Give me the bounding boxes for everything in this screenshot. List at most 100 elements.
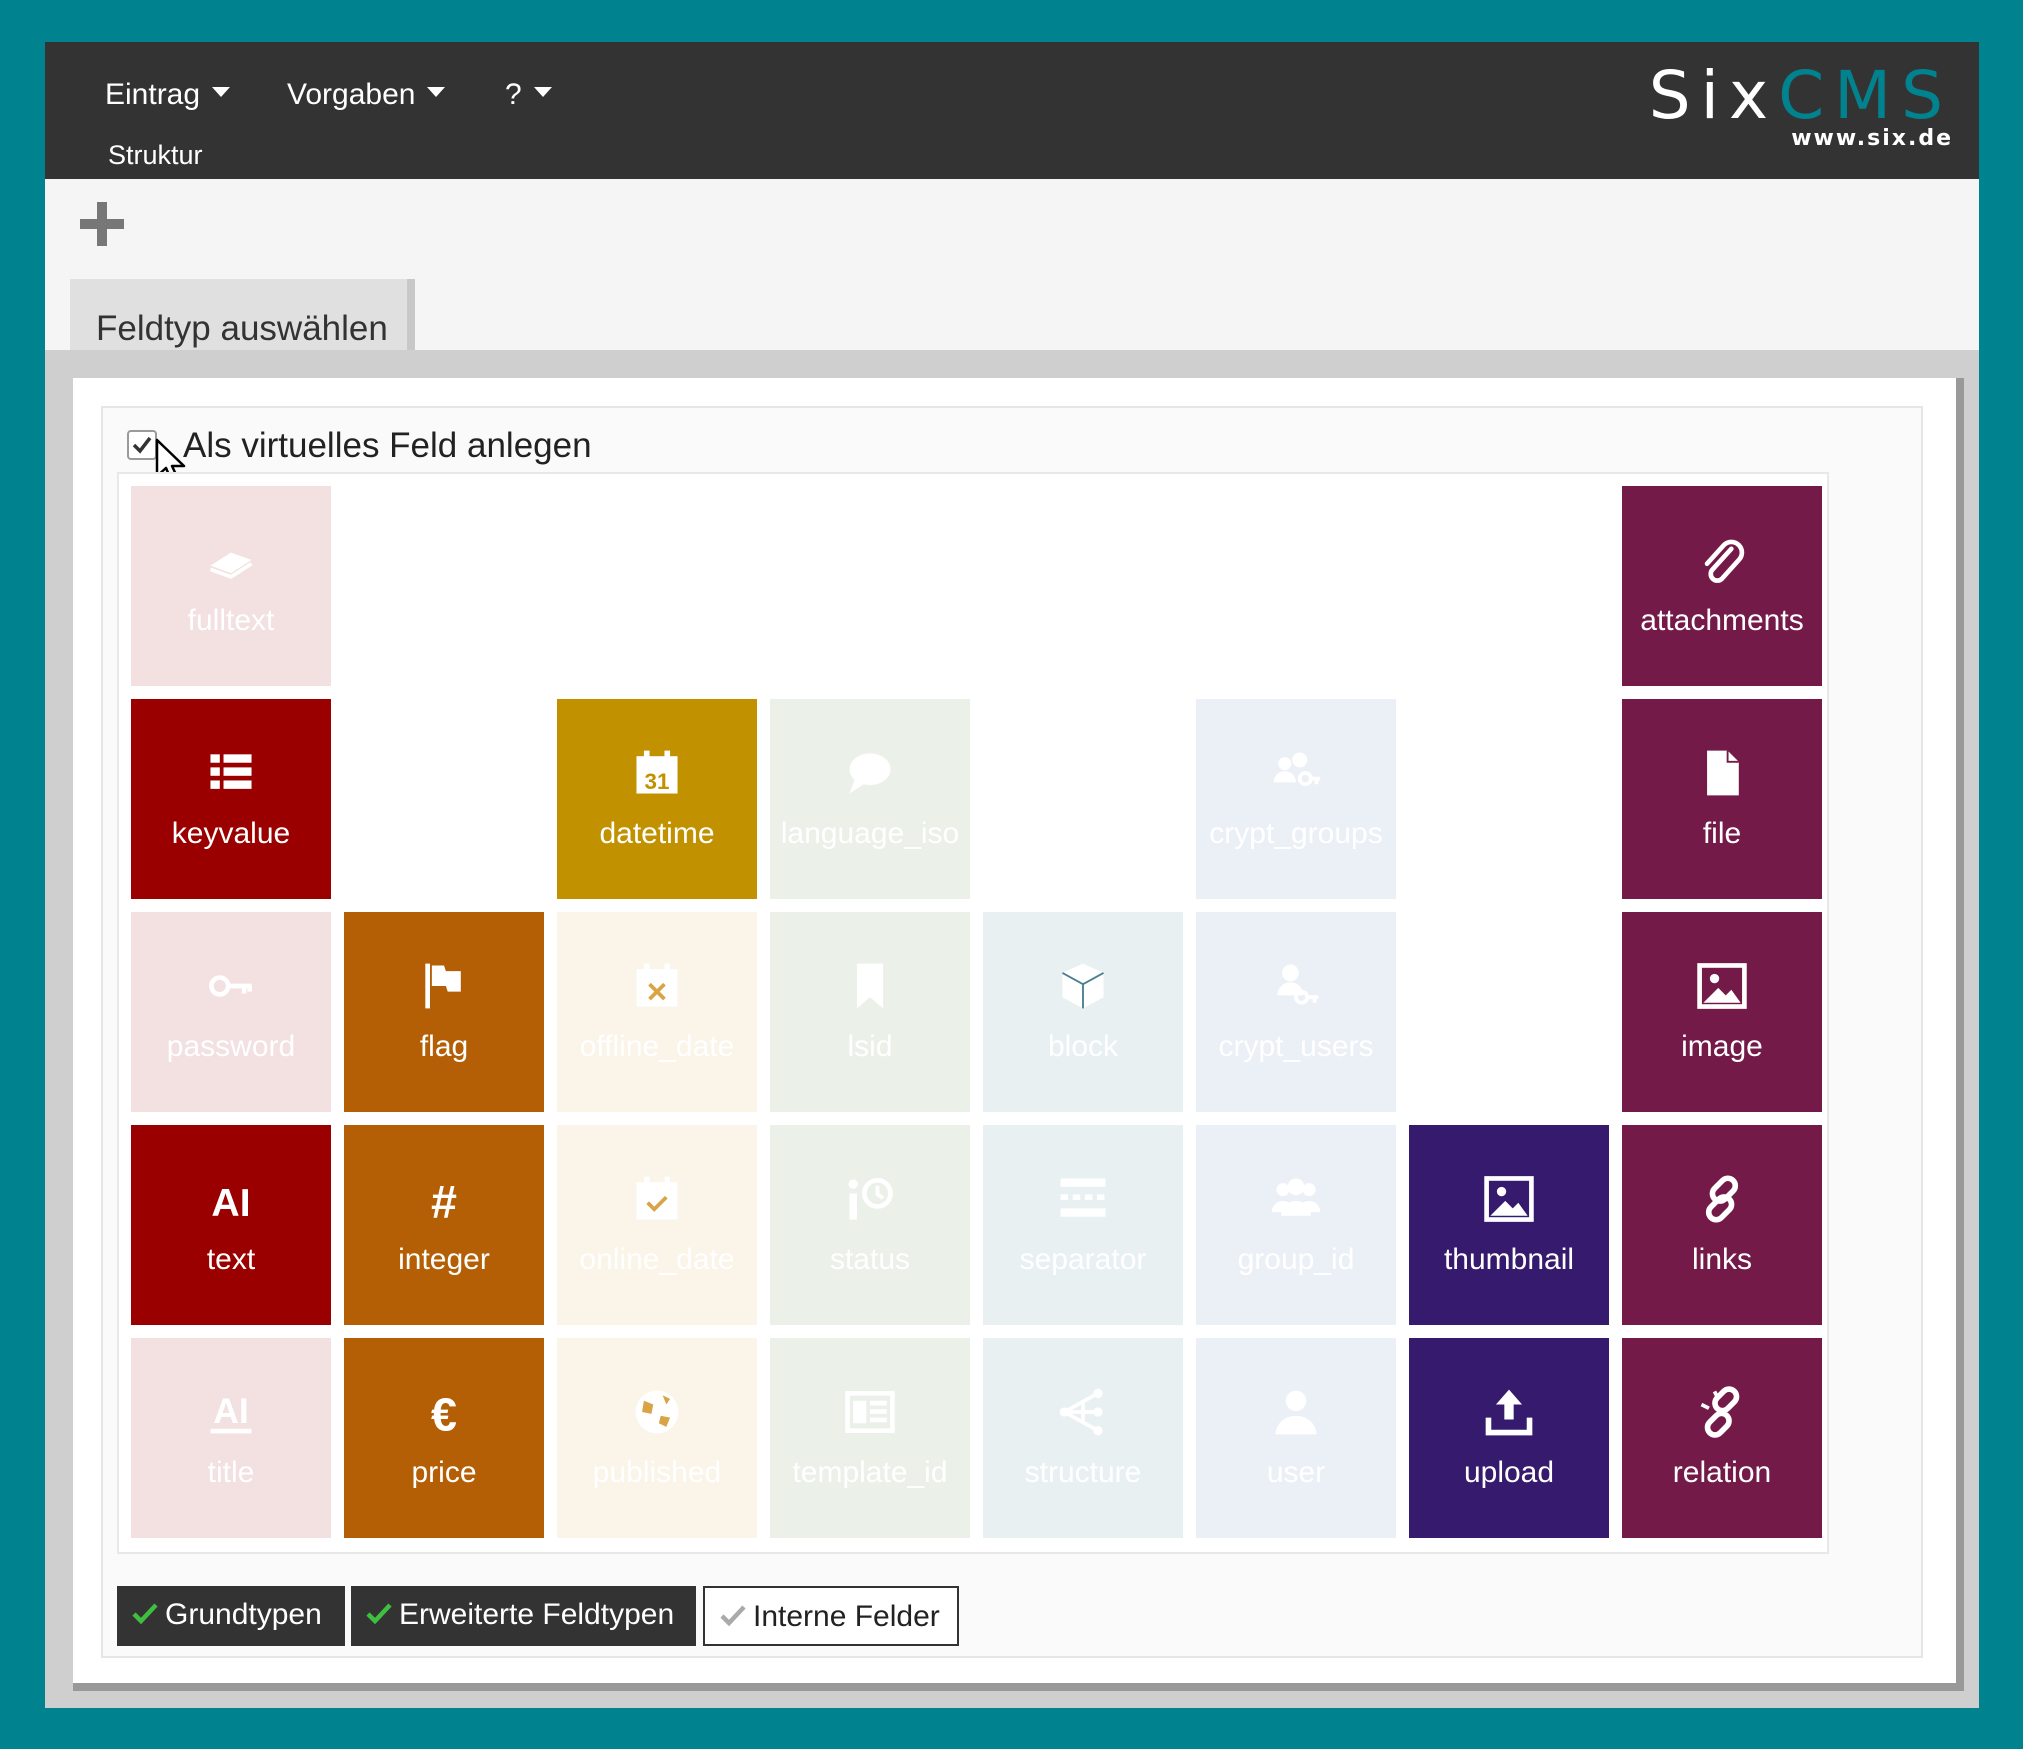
field-type-attachments[interactable]: attachments — [1622, 486, 1822, 686]
unlink-icon — [1622, 1384, 1822, 1444]
field-type-lsid[interactable]: lsid — [770, 912, 970, 1112]
cube-icon — [983, 958, 1183, 1018]
paperclip-icon — [1622, 532, 1822, 592]
field-type-password[interactable]: password — [131, 912, 331, 1112]
field-type-label: flag — [419, 1030, 469, 1063]
field-type-label: online_date — [579, 1243, 735, 1276]
field-type-label: price — [411, 1456, 477, 1489]
field-type-separator[interactable]: separator — [983, 1125, 1183, 1325]
field-type-upload[interactable]: upload — [1409, 1338, 1609, 1538]
field-type-label: relation — [1672, 1456, 1772, 1489]
field-type-status[interactable]: status — [770, 1125, 970, 1325]
tab-content: Als virtuelles Feld anlegen fulltext atta… — [45, 350, 1979, 1708]
globe-icon — [557, 1384, 757, 1444]
field-type-file[interactable]: file — [1622, 699, 1822, 899]
users-key-icon — [1196, 745, 1396, 805]
field-type-selector: Als virtuelles Feld anlegen fulltext atta… — [101, 406, 1923, 1658]
field-type-language_iso[interactable]: language_iso — [770, 699, 970, 899]
field-type-grid: fulltext attachments keyvalue 31 datetime lan… — [117, 472, 1829, 1554]
upload-icon — [1409, 1384, 1609, 1444]
svg-text:AI: AI — [213, 1391, 248, 1431]
field-type-label: datetime — [599, 817, 715, 850]
field-type-published[interactable]: published — [557, 1338, 757, 1538]
file-icon — [1622, 745, 1822, 805]
field-type-label: thumbnail — [1443, 1243, 1575, 1276]
bookmark-icon — [770, 958, 970, 1018]
menu-help-label: ? — [505, 78, 522, 111]
filter-interne-button[interactable]: Interne Felder — [703, 1586, 959, 1646]
field-type-label: group_id — [1237, 1243, 1355, 1276]
field-type-datetime[interactable]: 31 datetime — [557, 699, 757, 899]
template-icon — [770, 1384, 970, 1444]
separator-icon — [983, 1171, 1183, 1231]
field-type-title[interactable]: AI title — [131, 1338, 331, 1538]
user-key-icon — [1196, 958, 1396, 1018]
caret-down-icon — [427, 87, 446, 98]
filter-grundtypen-button[interactable]: Grundtypen — [117, 1586, 345, 1646]
field-type-label: language_iso — [780, 817, 960, 850]
field-type-label: integer — [398, 1243, 490, 1276]
book-icon — [131, 532, 331, 592]
field-type-template_id[interactable]: template_id — [770, 1338, 970, 1538]
field-type-structure[interactable]: structure — [983, 1338, 1183, 1538]
logo-six: Six — [1648, 57, 1779, 134]
link-icon — [1622, 1171, 1822, 1231]
field-type-integer[interactable]: # integer — [344, 1125, 544, 1325]
field-type-group_id[interactable]: group_id — [1196, 1125, 1396, 1325]
menu-eintrag[interactable]: Eintrag — [105, 78, 231, 112]
field-type-label: keyvalue — [171, 817, 291, 850]
text-ai-icon: AI — [131, 1171, 331, 1231]
field-type-label: block — [1047, 1030, 1119, 1063]
field-type-price[interactable]: € price — [344, 1338, 544, 1538]
field-type-links[interactable]: links — [1622, 1125, 1822, 1325]
filter-erweiterte-label: Erweiterte Feldtypen — [399, 1598, 675, 1631]
field-type-label: status — [829, 1243, 911, 1276]
sixcms-logo: SixCMS www.six.de — [1649, 62, 1953, 152]
euro-icon: € — [344, 1384, 544, 1444]
menu-help[interactable]: ? — [505, 78, 552, 112]
field-type-label: template_id — [792, 1456, 948, 1489]
menu-vorgaben[interactable]: Vorgaben — [287, 78, 446, 112]
field-type-online_date[interactable]: online_date — [557, 1125, 757, 1325]
field-type-label: offline_date — [579, 1030, 735, 1063]
field-type-label: crypt_users — [1218, 1030, 1374, 1063]
field-type-fulltext[interactable]: fulltext — [131, 486, 331, 686]
field-type-flag[interactable]: flag — [344, 912, 544, 1112]
calendar-icon: 31 — [557, 745, 757, 805]
user-icon — [1196, 1384, 1396, 1444]
field-type-text[interactable]: AI text — [131, 1125, 331, 1325]
svg-text:31: 31 — [645, 769, 670, 794]
svg-text:€: € — [431, 1389, 457, 1440]
field-type-user[interactable]: user — [1196, 1338, 1396, 1538]
field-type-block[interactable]: block — [983, 912, 1183, 1112]
field-type-label: text — [206, 1243, 256, 1276]
field-type-keyvalue[interactable]: keyvalue — [131, 699, 331, 899]
field-type-offline_date[interactable]: offline_date — [557, 912, 757, 1112]
field-type-label: image — [1681, 1030, 1763, 1063]
field-type-label: separator — [1019, 1243, 1147, 1276]
text-ai-underline-icon: AI — [131, 1384, 331, 1444]
field-type-thumbnail[interactable]: thumbnail — [1409, 1125, 1609, 1325]
virtual-field-checkbox[interactable] — [127, 430, 157, 460]
content-panel: Als virtuelles Feld anlegen fulltext atta… — [73, 378, 1964, 1691]
menu-vorgaben-label: Vorgaben — [287, 78, 416, 111]
check-icon — [131, 1599, 165, 1633]
menu-struktur[interactable]: Struktur — [108, 140, 203, 171]
logo-cms: CMS — [1778, 57, 1953, 134]
sitemap-icon — [983, 1384, 1183, 1444]
calendar-x-icon — [557, 958, 757, 1018]
checkmark-icon — [132, 436, 152, 454]
filter-erweiterte-button[interactable]: Erweiterte Feldtypen — [351, 1586, 696, 1646]
svg-text:AI: AI — [211, 1182, 250, 1225]
list-icon — [131, 745, 331, 805]
add-icon[interactable] — [80, 200, 130, 250]
menu-eintrag-label: Eintrag — [105, 78, 201, 111]
users-icon — [1196, 1171, 1396, 1231]
field-type-crypt_users[interactable]: crypt_users — [1196, 912, 1396, 1112]
field-type-image[interactable]: image — [1622, 912, 1822, 1112]
field-type-relation[interactable]: relation — [1622, 1338, 1822, 1538]
field-type-crypt_groups[interactable]: crypt_groups — [1196, 699, 1396, 899]
field-type-label: published — [592, 1456, 722, 1489]
top-navigation-bar: Eintrag Vorgaben ? Struktur SixCMS www.s… — [45, 42, 1979, 179]
app-window: Eintrag Vorgaben ? Struktur SixCMS www.s… — [45, 42, 1979, 1708]
